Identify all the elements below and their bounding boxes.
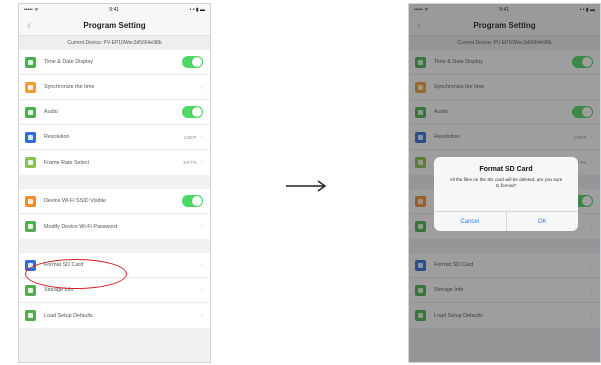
setting-synchronize-time[interactable]: Synchronize the time › — [19, 75, 210, 100]
phone-screen-after: ••••• ᯤ 9:41 • • ▮ ▬ ‹ Program Setting C… — [408, 3, 601, 363]
right-arrow-icon — [286, 180, 327, 192]
toggle-switch[interactable] — [182, 195, 203, 207]
setting-label: Resolution — [44, 134, 70, 140]
nav-bar: ‹ Program Setting — [19, 16, 210, 36]
page-title: Program Setting — [83, 21, 146, 30]
settings-group-1: Time & Date Display Synchronize the time… — [19, 50, 210, 175]
frame-rate-icon — [25, 157, 36, 168]
setting-label: Audio — [44, 109, 58, 115]
storage-icon — [25, 284, 36, 296]
carrier-signal: ••••• ᯤ — [24, 7, 39, 13]
setting-resolution[interactable]: Resolution 1080P › — [19, 125, 210, 150]
setting-label: Modify Device Wi-Fi Password — [44, 223, 118, 230]
battery-icon: • • ▮ ▬ — [189, 7, 205, 13]
chevron-right-icon: › — [200, 83, 203, 91]
highlight-ellipse — [25, 259, 127, 289]
cancel-button[interactable]: Cancel — [434, 212, 506, 231]
status-bar: ••••• ᯤ 9:41 • • ▮ ▬ — [19, 4, 210, 16]
setting-frame-rate[interactable]: Frame Rate Select 30FPS › — [19, 150, 210, 175]
settings-group-2: Device Wi-Fi SSID Visible Modify Device … — [19, 189, 210, 239]
dialog-message: All the files on the SD card will be del… — [449, 177, 563, 188]
resolution-icon — [25, 131, 36, 143]
toggle-switch[interactable] — [182, 56, 203, 68]
setting-label: Frame Rate Select — [44, 159, 89, 166]
wifi-icon — [25, 195, 36, 207]
setting-load-setup-defaults[interactable]: Load Setup Defaults › — [19, 303, 210, 328]
dialog-title: Format SD Card — [479, 166, 533, 173]
format-sd-dialog: Format SD Card All the files on the SD c… — [434, 157, 578, 231]
dialog-buttons: Cancel OK — [434, 211, 578, 231]
setting-audio[interactable]: Audio — [19, 100, 210, 125]
chevron-right-icon: › — [200, 159, 203, 166]
microphone-icon — [25, 106, 36, 118]
setting-wifi-ssid-visible[interactable]: Device Wi-Fi SSID Visible — [19, 189, 210, 214]
setting-value: 1080P — [183, 134, 197, 140]
status-time: 9:41 — [109, 7, 120, 13]
chevron-right-icon: › — [200, 312, 203, 319]
chevron-right-icon: › — [200, 286, 203, 294]
sync-icon — [25, 81, 36, 93]
setting-label: Synchronize the time — [44, 84, 95, 90]
ok-button[interactable]: OK — [505, 212, 579, 231]
setting-value: 30FPS — [182, 160, 197, 165]
reset-icon — [25, 310, 36, 321]
chevron-right-icon: › — [200, 223, 203, 230]
lock-icon — [25, 221, 36, 232]
toggle-switch[interactable] — [182, 106, 203, 118]
chevron-right-icon: › — [200, 133, 203, 141]
setting-label: Time & Date Display — [44, 59, 93, 65]
setting-time-date-display[interactable]: Time & Date Display — [19, 50, 210, 75]
phone-screen-before: ••••• ᯤ 9:41 • • ▮ ▬ ‹ Program Setting C… — [18, 3, 211, 363]
setting-label: Device Wi-Fi SSID Visible — [44, 198, 106, 204]
chevron-right-icon: › — [200, 261, 203, 269]
setting-modify-wifi-password[interactable]: Modify Device Wi-Fi Password › — [19, 214, 210, 239]
clock-icon — [25, 56, 36, 68]
chevron-left-icon[interactable]: ‹ — [27, 18, 31, 32]
setting-label: Load Setup Defaults — [44, 312, 93, 319]
current-device-label: Current Device: PV-EP10Wec3d5664e98b — [19, 36, 210, 50]
